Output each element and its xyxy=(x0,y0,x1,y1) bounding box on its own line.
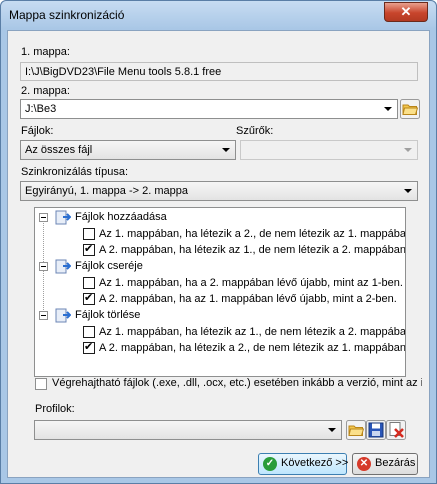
files-combo[interactable]: Az összes fájl xyxy=(20,140,236,160)
folder-open-icon[interactable] xyxy=(400,99,420,119)
window-title: Mappa szinkronizáció xyxy=(9,8,125,22)
checkmark-icon: ✓ xyxy=(263,457,277,471)
save-profile-icon[interactable] xyxy=(366,420,386,440)
chevron-down-icon[interactable] xyxy=(328,428,336,432)
collapse-toggle[interactable] xyxy=(39,311,48,320)
tree-item-label[interactable]: Az 1. mappában, ha létezik az 1., de nem… xyxy=(99,325,405,340)
checkbox-checked[interactable] xyxy=(83,242,95,256)
delete-files-icon xyxy=(55,308,71,323)
chevron-down-icon[interactable] xyxy=(404,189,412,193)
tree-group-replace-files[interactable]: Fájlok cseréje xyxy=(75,259,143,274)
dialog-window: Mappa szinkronizáció ✕ 1. mappa: I:\J\Bi… xyxy=(0,0,437,484)
title-bar[interactable]: Mappa szinkronizáció ✕ xyxy=(1,1,436,29)
next-button[interactable]: ✓ Következő >> xyxy=(258,453,349,475)
tree-group-delete-files[interactable]: Fájlok törlése xyxy=(75,308,140,323)
checkbox-checked[interactable] xyxy=(83,291,95,305)
checkbox-checked[interactable] xyxy=(83,340,95,354)
folder2-combo[interactable]: J:\Be3 xyxy=(20,99,398,119)
close-button[interactable]: ✕ Bezárás xyxy=(352,453,418,475)
delete-profile-icon[interactable] xyxy=(386,420,406,440)
filters-combo xyxy=(240,140,418,160)
tree-item-label[interactable]: Az 1. mappában, ha létezik a 2., de nem … xyxy=(99,227,405,242)
chevron-down-icon xyxy=(404,148,412,152)
exe-version-checkbox[interactable] xyxy=(35,378,47,390)
tree-item-label[interactable]: A 2. mappában, ha létezik a 2., de nem l… xyxy=(99,341,405,356)
checkbox[interactable] xyxy=(83,326,95,338)
close-icon: ✕ xyxy=(400,4,412,19)
close-button-label: Bezárás xyxy=(375,457,416,469)
exe-version-label[interactable]: Végrehajtható fájlok (.exe, .dll, .ocx, … xyxy=(52,377,422,389)
profiles-combo[interactable] xyxy=(34,420,342,440)
files-value: Az összes fájl xyxy=(25,144,93,156)
sync-type-value: Egyirányú, 1. mappa -> 2. mappa xyxy=(25,185,188,197)
tree-item-label[interactable]: A 2. mappában, ha létezik az 1., de nem … xyxy=(99,243,405,258)
tree-item-label[interactable]: A 2. mappában, ha az 1. mappában lévő új… xyxy=(99,292,397,307)
next-button-label: Következő >> xyxy=(281,457,349,469)
files-label: Fájlok: xyxy=(21,125,54,137)
profiles-label: Profilok: xyxy=(35,403,75,415)
dialog-client: 1. mappa: I:\J\BigDVD23\File Menu tools … xyxy=(7,30,430,478)
chevron-down-icon[interactable] xyxy=(222,148,230,152)
close-window-button[interactable]: ✕ xyxy=(384,2,428,22)
tree-group-add-files[interactable]: Fájlok hozzáadása xyxy=(75,210,167,225)
folder1-field: I:\J\BigDVD23\File Menu tools 5.8.1 free xyxy=(20,62,418,81)
filters-label: Szűrők: xyxy=(236,125,274,137)
add-files-icon xyxy=(55,210,71,225)
checkbox[interactable] xyxy=(83,277,95,289)
tree-item-label[interactable]: Az 1. mappában, ha a 2. mappában lévő új… xyxy=(99,276,403,291)
sync-type-combo[interactable]: Egyirányú, 1. mappa -> 2. mappa xyxy=(20,181,418,201)
collapse-toggle[interactable] xyxy=(39,213,48,222)
open-profile-icon[interactable] xyxy=(346,420,366,440)
checkbox[interactable] xyxy=(83,228,95,240)
sync-options-tree[interactable]: Fájlok hozzáadása Az 1. mappában, ha lét… xyxy=(34,207,406,377)
replace-files-icon xyxy=(55,259,71,274)
folder2-label: 2. mappa: xyxy=(21,85,70,97)
cancel-icon: ✕ xyxy=(357,457,371,471)
folder1-label: 1. mappa: xyxy=(21,46,70,58)
folder2-value: J:\Be3 xyxy=(25,103,57,115)
chevron-down-icon[interactable] xyxy=(384,107,392,111)
collapse-toggle[interactable] xyxy=(39,262,48,271)
sync-type-label: Szinkronizálás típusa: xyxy=(21,166,128,178)
